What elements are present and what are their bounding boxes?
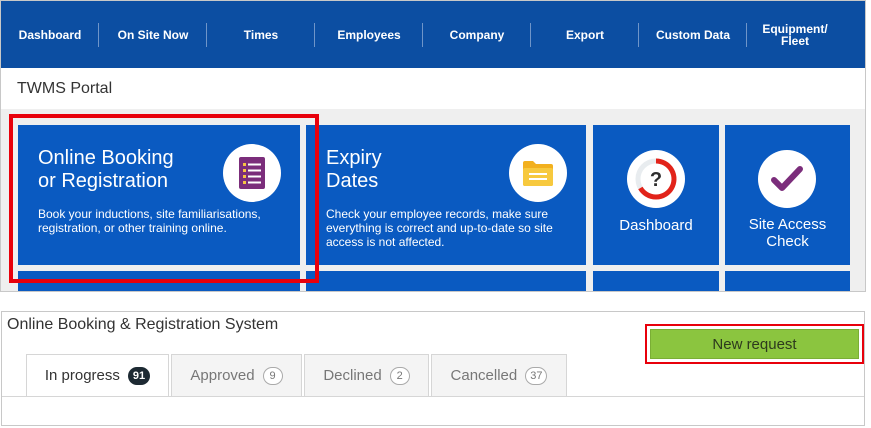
tab-label: Declined: [323, 367, 382, 384]
tile-expiry-dates-title: Expiry Dates: [326, 147, 382, 192]
count-badge: 2: [389, 366, 410, 385]
portal-panel: Dashboard On Site Now Times Employees Co…: [0, 0, 866, 292]
question-gauge-icon: ?: [627, 150, 685, 208]
tab-approved[interactable]: Approved 9: [171, 354, 302, 396]
tab-label: Approved: [190, 367, 255, 384]
tab-label: Cancelled: [450, 367, 518, 384]
count-badge: 9: [262, 366, 283, 385]
tile-site-access-check[interactable]: Site Access Check: [725, 125, 850, 265]
highlight-new-request: New request: [645, 324, 864, 364]
count-badge: 37: [525, 366, 548, 385]
checkmark-icon: [758, 150, 816, 208]
tab-in-progress[interactable]: In progress 91: [26, 354, 169, 396]
nav-item-equipment-fleet[interactable]: Equipment/ Fleet: [747, 1, 843, 68]
booking-system-title: Online Booking & Registration System: [7, 316, 279, 333]
nav-item-custom-data[interactable]: Custom Data: [639, 1, 747, 68]
tile-site-access-label: Site Access Check: [748, 216, 827, 250]
nav-item-export[interactable]: Export: [531, 1, 639, 68]
svg-text:?: ?: [650, 169, 662, 191]
tile-row2-3[interactable]: [593, 271, 719, 291]
tab-declined[interactable]: Declined 2: [304, 354, 429, 396]
nav-item-employees[interactable]: Employees: [315, 1, 423, 68]
request-tabs: In progress 91 Approved 9 Declined 2 Can…: [26, 354, 569, 396]
new-request-button[interactable]: New request: [650, 329, 859, 359]
top-nav: Dashboard On Site Now Times Employees Co…: [1, 1, 865, 68]
tile-expiry-dates[interactable]: Expiry Dates Check your employee records…: [306, 125, 586, 265]
folder-icon: [509, 144, 567, 202]
portal-title: TWMS Portal: [17, 80, 113, 97]
nav-item-dashboard[interactable]: Dashboard: [1, 1, 99, 68]
tile-expiry-dates-description: Check your employee records, make sure e…: [326, 207, 553, 249]
nav-item-on-site-now[interactable]: On Site Now: [99, 1, 207, 68]
nav-item-company[interactable]: Company: [423, 1, 531, 68]
highlight-online-booking: [9, 114, 319, 283]
tab-cancelled[interactable]: Cancelled 37: [431, 354, 567, 396]
count-badge: 91: [127, 366, 151, 385]
tile-dashboard-label: Dashboard: [619, 217, 693, 234]
tab-label: In progress: [44, 367, 120, 384]
nav-item-times[interactable]: Times: [207, 1, 315, 68]
tile-dashboard[interactable]: ? Dashboard: [593, 125, 719, 265]
booking-system-panel: Online Booking & Registration System New…: [1, 311, 865, 426]
tile-row2-4[interactable]: [725, 271, 850, 291]
tab-divider: [2, 396, 864, 397]
tile-row2-2[interactable]: [306, 271, 586, 291]
